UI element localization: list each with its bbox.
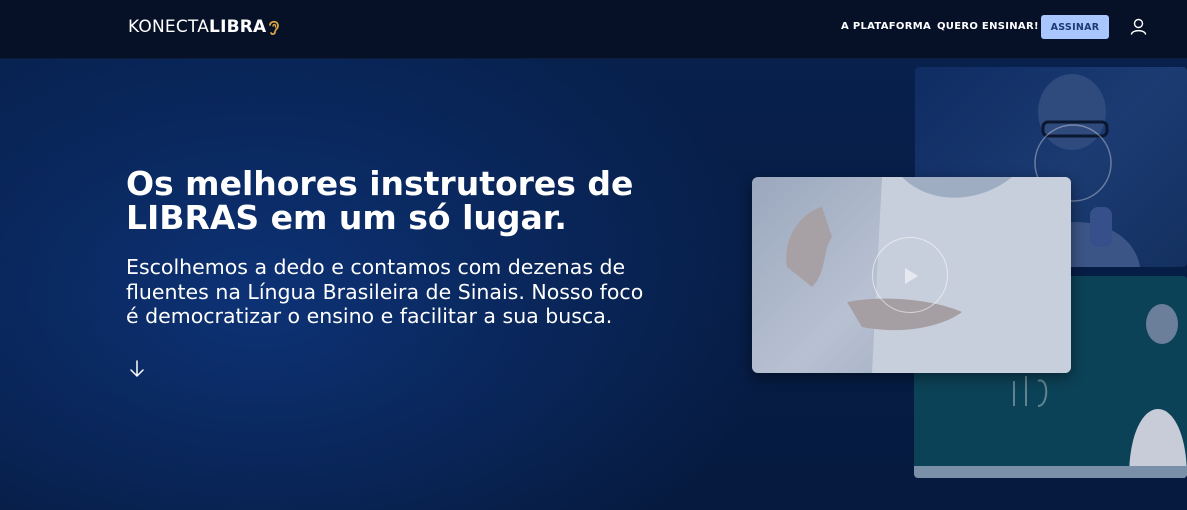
hero-section: Os melhores instrutores de LIBRAS em um … bbox=[0, 59, 1187, 510]
featured-video-thumbnail[interactable] bbox=[752, 177, 1071, 373]
user-icon[interactable] bbox=[1130, 18, 1147, 35]
hero-title: Os melhores instrutores de LIBRAS em um … bbox=[126, 164, 634, 237]
play-triangle-icon bbox=[905, 268, 918, 284]
nav-link-platform[interactable]: A PLATAFORMA bbox=[841, 21, 931, 32]
subscribe-button[interactable]: ASSINAR bbox=[1041, 15, 1109, 39]
hero-description: Escolhemos a dedo e contamos com dezenas… bbox=[126, 255, 644, 328]
arrow-down-icon[interactable] bbox=[129, 359, 145, 379]
nav-link-teach[interactable]: QUERO ENSINAR! bbox=[937, 21, 1039, 32]
logo[interactable]: KONECTA LIBRA bbox=[128, 14, 281, 40]
logo-text-bold: LIBRA bbox=[209, 17, 267, 37]
logo-text-light: KONECTA bbox=[128, 17, 210, 37]
ear-icon bbox=[269, 20, 280, 35]
navbar: KONECTA LIBRA A PLATAFORMA QUERO ENSINAR!… bbox=[0, 0, 1187, 59]
